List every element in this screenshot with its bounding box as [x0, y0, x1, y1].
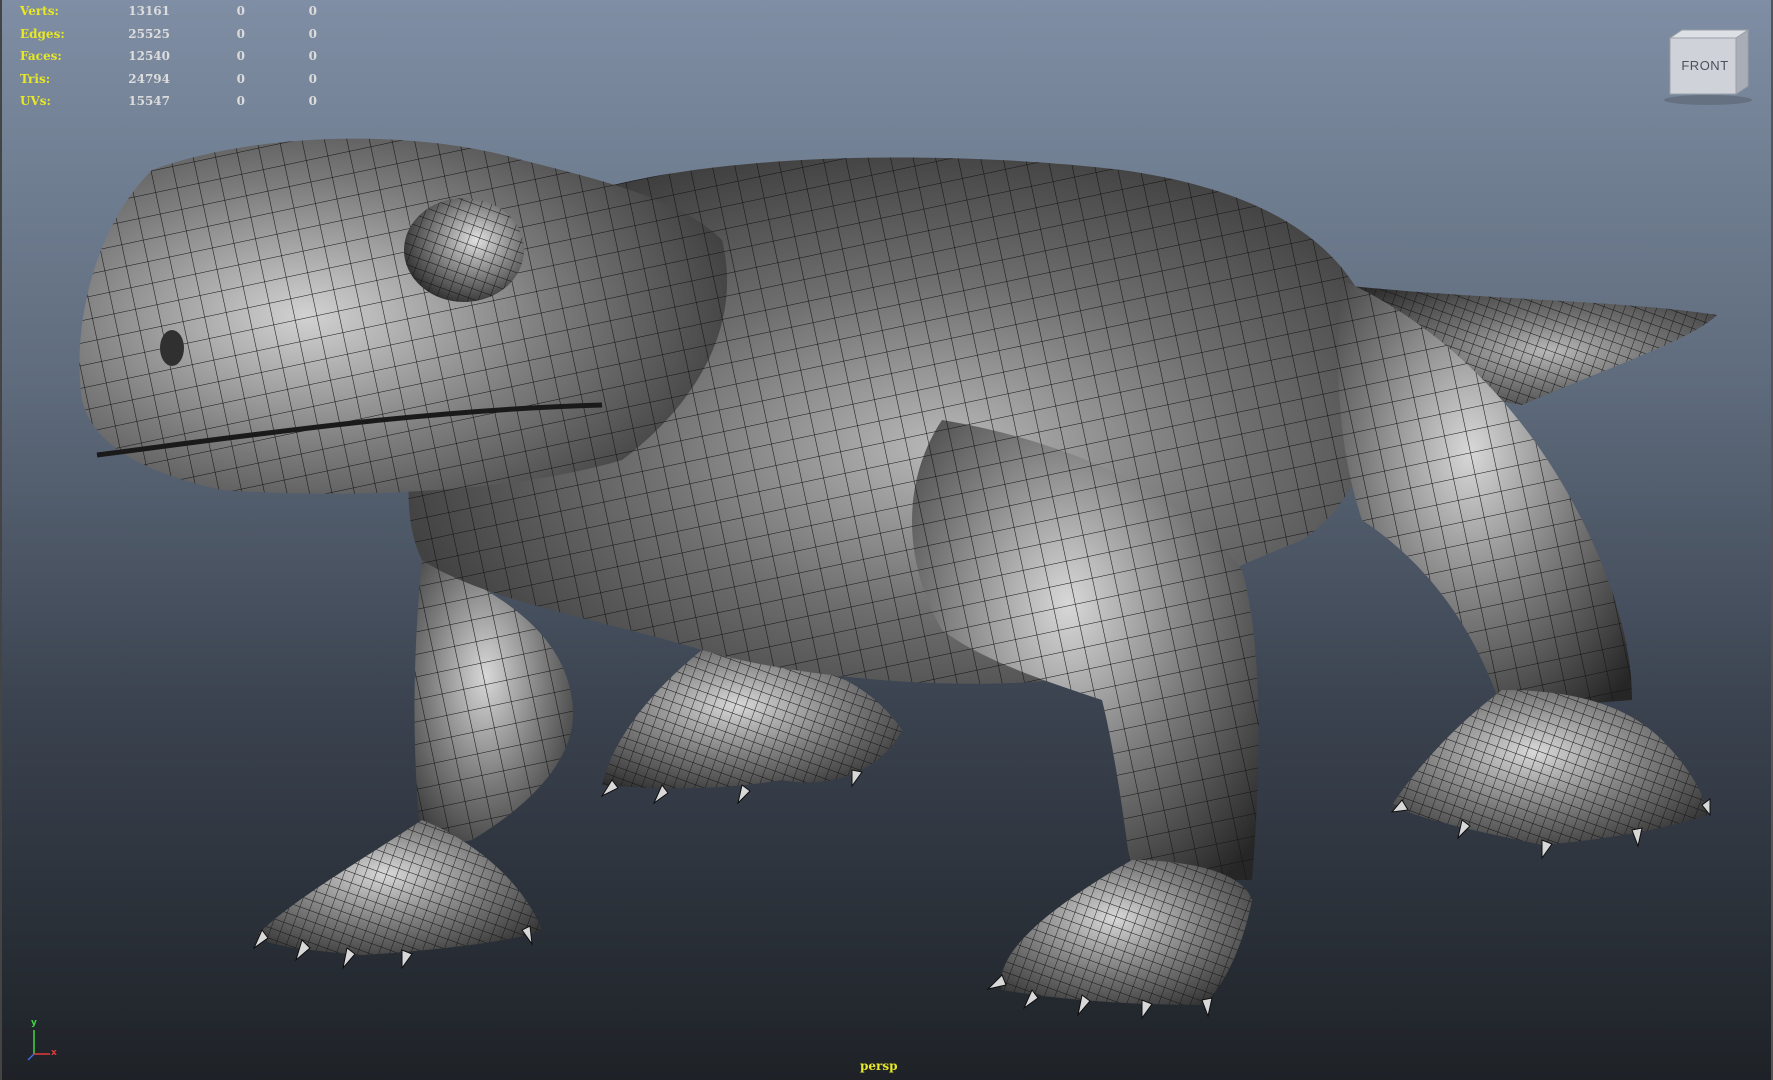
hud-value: 0	[308, 49, 317, 63]
hud-row-uvs: UVs: 15547 0 0	[20, 90, 317, 113]
hud-label: Tris:	[20, 71, 51, 86]
hud-value: 0	[308, 4, 317, 18]
axis-gizmo-icon	[27, 1030, 50, 1061]
hud-value: 15547	[128, 94, 170, 108]
hud-value: 0	[236, 71, 245, 86]
hud-value: 13161	[128, 4, 170, 18]
hud-value: 0	[308, 71, 317, 86]
hud-value: 0	[236, 94, 245, 108]
hud-value: 0	[236, 26, 245, 41]
hud-value: 24794	[128, 71, 170, 86]
lizard-mesh-model[interactable]	[2, 0, 1773, 1080]
camera-name-label: persp	[860, 1059, 898, 1073]
hud-value: 0	[236, 4, 245, 18]
hud-value: 25525	[128, 26, 170, 41]
view-cube[interactable]: FRONT	[1660, 28, 1760, 108]
hud-label: Verts:	[20, 4, 59, 18]
axis-x-label: x	[51, 1048, 57, 1058]
nostril	[160, 330, 184, 366]
axis-gizmo: y x	[24, 1018, 64, 1064]
perspective-viewport[interactable]: Verts: 13161 0 0 Edges: 25525 0 0 Faces:…	[0, 0, 1773, 1080]
hud-row-edges: Edges: 25525 0 0	[20, 23, 317, 46]
hud-value: 12540	[128, 49, 170, 63]
hud-row-tris: Tris: 24794 0 0	[20, 68, 317, 91]
hud-label: UVs:	[20, 94, 51, 108]
hud-label: Faces:	[20, 49, 62, 63]
poly-count-hud: Verts: 13161 0 0 Edges: 25525 0 0 Faces:…	[20, 0, 317, 113]
hud-label: Edges:	[20, 26, 65, 41]
far-front-leg-mesh	[257, 560, 574, 955]
hud-row-verts: Verts: 13161 0 0	[20, 0, 317, 23]
hud-value: 0	[308, 26, 317, 41]
hud-value: 0	[236, 49, 245, 63]
hud-row-faces: Faces: 12540 0 0	[20, 45, 317, 68]
hud-value: 0	[308, 94, 317, 108]
head-mesh	[79, 138, 728, 494]
view-cube-face-label[interactable]: FRONT	[1678, 58, 1732, 73]
axis-y-label: y	[31, 1018, 37, 1028]
